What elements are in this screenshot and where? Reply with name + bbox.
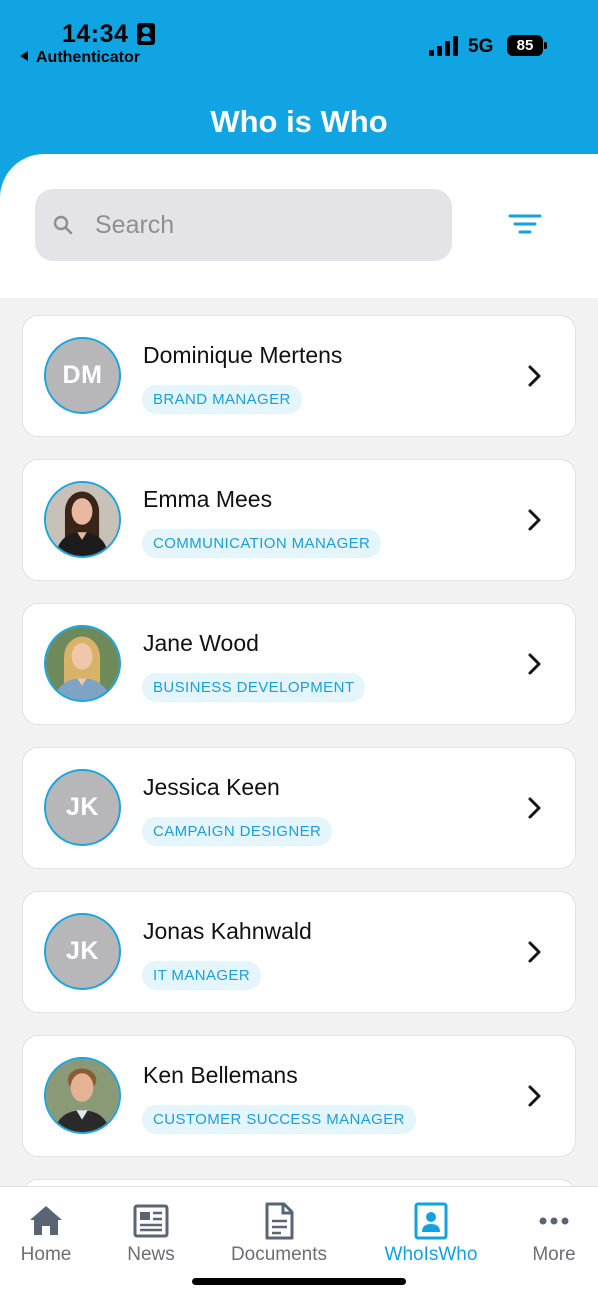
back-arrow-icon: [20, 51, 28, 61]
search-icon: [53, 215, 73, 235]
avatar-initials: JK: [66, 937, 99, 965]
avatar: JK: [44, 769, 121, 846]
tab-home[interactable]: Home: [0, 1187, 92, 1277]
home-indicator[interactable]: [192, 1278, 406, 1285]
tab-label: Documents: [230, 1244, 328, 1265]
back-app-label: Authenticator: [36, 49, 140, 66]
role-badge: IT MANAGER: [142, 961, 262, 990]
search-input[interactable]: [95, 189, 435, 261]
people-list[interactable]: DM Dominique Mertens BRAND MANAGER Emma …: [22, 315, 576, 1187]
role-badge: BUSINESS DEVELOPMENT: [142, 673, 366, 702]
chevron-right-icon: [528, 653, 541, 675]
avatar: JK: [44, 913, 121, 990]
news-icon: [133, 1204, 169, 1238]
network-type: 5G: [468, 36, 494, 57]
page-title: Who is Who: [210, 104, 388, 139]
search-panel: [0, 154, 598, 298]
chevron-right-icon: [528, 509, 541, 531]
back-to-app-link[interactable]: Authenticator: [20, 49, 140, 67]
person-name: Jessica Keen: [143, 774, 280, 800]
filter-icon[interactable]: [502, 209, 548, 243]
more-dots-icon: [539, 1217, 569, 1225]
role-badge: BRAND MANAGER: [142, 385, 302, 414]
person-card[interactable]: Ken Bellemans CUSTOMER SUCCESS MANAGER: [22, 1035, 576, 1157]
tab-label: WhoIsWho: [384, 1244, 478, 1265]
chevron-right-icon: [528, 1085, 541, 1107]
search-box[interactable]: [35, 189, 452, 261]
person-card[interactable]: Jane Wood BUSINESS DEVELOPMENT: [22, 603, 576, 725]
profile-photo-icon: [46, 483, 119, 556]
tab-more[interactable]: More: [510, 1187, 598, 1277]
home-icon: [30, 1206, 62, 1235]
person-name: Jane Wood: [143, 630, 259, 656]
tab-documents[interactable]: Documents: [220, 1187, 338, 1277]
avatar-photo: [44, 1057, 121, 1134]
id-card-icon: [137, 23, 155, 45]
chevron-right-icon: [528, 941, 541, 963]
person-name: Emma Mees: [143, 486, 273, 512]
avatar-initials: JK: [66, 793, 99, 821]
avatar-photo: [44, 481, 121, 558]
role-badge: CAMPAIGN DESIGNER: [142, 817, 333, 846]
status-time: 14:34: [62, 20, 129, 48]
person-name: Ken Bellemans: [143, 1062, 298, 1088]
tab-label: More: [532, 1244, 576, 1265]
avatar: DM: [44, 337, 121, 414]
role-badge: COMMUNICATION MANAGER: [142, 529, 382, 558]
cellular-signal-icon: [429, 36, 459, 56]
person-card[interactable]: JK Jonas Kahnwald IT MANAGER: [22, 891, 576, 1013]
avatar-initials: DM: [62, 361, 103, 389]
person-card[interactable]: Emma Mees COMMUNICATION MANAGER: [22, 459, 576, 581]
person-name: Jonas Kahnwald: [143, 918, 312, 944]
battery-icon: 85: [507, 35, 547, 56]
document-icon: [265, 1202, 294, 1240]
chevron-right-icon: [528, 797, 541, 819]
tab-whoiswho[interactable]: WhoIsWho: [372, 1187, 490, 1277]
tab-news[interactable]: News: [105, 1187, 197, 1277]
status-bar: 14:34 Authenticator 5G 85: [0, 0, 598, 80]
profile-photo-icon: [46, 627, 119, 700]
person-name: Dominique Mertens: [143, 342, 343, 368]
chevron-right-icon: [528, 365, 541, 387]
tab-label: Home: [20, 1244, 72, 1265]
profile-photo-icon: [46, 1059, 119, 1132]
tab-label: News: [127, 1244, 175, 1265]
contact-card-icon: [414, 1202, 448, 1240]
person-card[interactable]: DM Dominique Mertens BRAND MANAGER: [22, 315, 576, 437]
role-badge: CUSTOMER SUCCESS MANAGER: [142, 1105, 416, 1134]
battery-level: 85: [516, 37, 534, 54]
person-card[interactable]: JK Jessica Keen CAMPAIGN DESIGNER: [22, 747, 576, 869]
avatar-photo: [44, 625, 121, 702]
